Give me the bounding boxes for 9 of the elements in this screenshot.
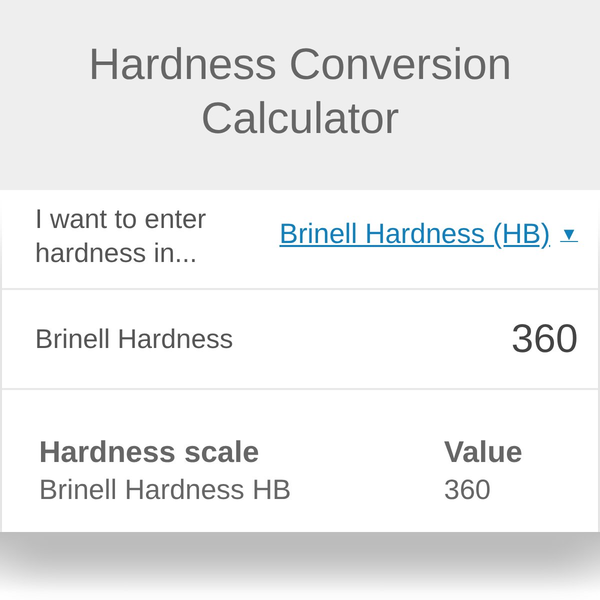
input-label: Brinell Hardness <box>35 323 234 356</box>
table-cell-text: Brinell Hardness HB <box>39 474 292 506</box>
page-title: Hardness Conversion Calculator <box>87 39 513 145</box>
hardness-input[interactable]: 360 <box>511 316 578 362</box>
column-header: Value <box>444 436 524 470</box>
table-cell-text: 360 <box>444 474 492 506</box>
column-header: Hardness scale <box>39 436 260 470</box>
unit-dropdown[interactable]: Brinell Hardness (HB) ▼ <box>279 218 578 250</box>
select-label: I want to enter hardness in... <box>35 203 208 270</box>
